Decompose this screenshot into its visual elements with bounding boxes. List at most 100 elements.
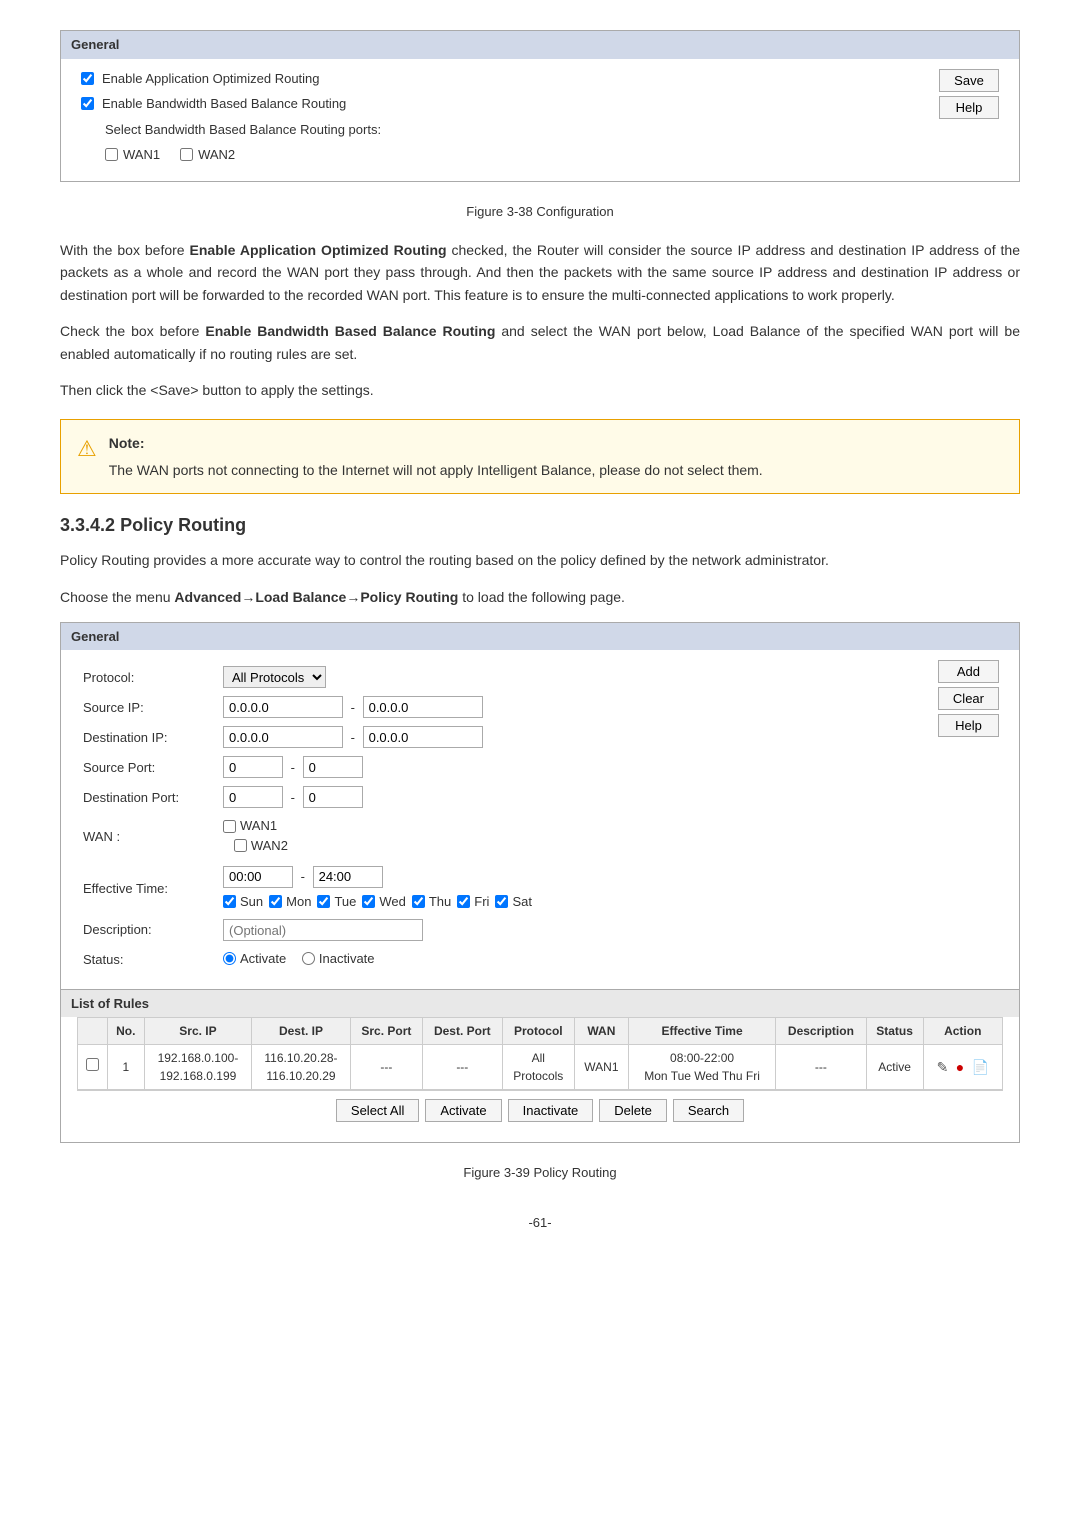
- activate-radio[interactable]: [223, 952, 236, 965]
- src-port-label: Source Port:: [77, 752, 217, 782]
- row-eff-time: 08:00-22:00 Mon Tue Wed Thu Fri: [628, 1045, 775, 1090]
- section-title: 3.3.4.2 Policy Routing: [60, 512, 1020, 539]
- table-row: 1 192.168.0.100- 192.168.0.199 116.10.20…: [78, 1045, 1003, 1090]
- wan1-check-label: WAN1: [223, 816, 997, 836]
- day-tue: Tue: [317, 892, 356, 912]
- desc-input[interactable]: [223, 919, 423, 941]
- row-src-port: ---: [350, 1045, 422, 1090]
- eff-time-line2: Mon Tue Wed Thu Fri: [644, 1069, 760, 1083]
- rules-header-row: No. Src. IP Dest. IP Src. Port Dest. Por…: [78, 1018, 1003, 1045]
- row-protocol: All Protocols: [502, 1045, 574, 1090]
- wan2-policy-checkbox[interactable]: [234, 839, 247, 852]
- col-wan: WAN: [574, 1018, 628, 1045]
- rules-thead: No. Src. IP Dest. IP Src. Port Dest. Por…: [78, 1018, 1003, 1045]
- dest-ip-from[interactable]: [223, 726, 343, 748]
- row-description: ---: [776, 1045, 866, 1090]
- col-description: Description: [776, 1018, 866, 1045]
- day-thu: Thu: [412, 892, 451, 912]
- policy-routing-box: General Add Clear Help Protocol: All Pro…: [60, 622, 1020, 1144]
- rules-table: No. Src. IP Dest. IP Src. Port Dest. Por…: [77, 1017, 1003, 1090]
- wan2-checkbox[interactable]: [180, 148, 193, 161]
- edit-button[interactable]: ✎: [935, 1058, 951, 1077]
- source-ip-row: Source IP: -: [77, 692, 1003, 722]
- paragraph3: Then click the <Save> button to apply th…: [60, 379, 1020, 401]
- wan2-label: WAN2: [198, 145, 235, 165]
- clear-button[interactable]: Clear: [938, 687, 999, 710]
- status-cell: Activate Inactivate: [217, 945, 1003, 975]
- wan1-policy-checkbox[interactable]: [223, 820, 236, 833]
- src-port-to[interactable]: [303, 756, 363, 778]
- col-protocol: Protocol: [502, 1018, 574, 1045]
- note-content: Note: The WAN ports not connecting to th…: [109, 432, 763, 481]
- add-button[interactable]: Add: [938, 660, 999, 683]
- wan-cell: WAN1 WAN2: [217, 812, 1003, 861]
- warning-icon: ⚠: [77, 432, 97, 465]
- source-ip-label: Source IP:: [77, 692, 217, 722]
- eff-time-dash: -: [301, 869, 305, 884]
- detail-button[interactable]: 📄: [970, 1058, 991, 1077]
- day-sun: Sun: [223, 892, 263, 912]
- policy-form: Add Clear Help Protocol: All Protocols S…: [61, 650, 1019, 1142]
- wan1-checkbox[interactable]: [105, 148, 118, 161]
- dest-port-row: Destination Port: -: [77, 782, 1003, 812]
- note-title: Note:: [109, 432, 763, 454]
- inactivate-button[interactable]: Inactivate: [508, 1099, 594, 1122]
- search-button[interactable]: Search: [673, 1099, 744, 1122]
- note-box: ⚠ Note: The WAN ports not connecting to …: [60, 419, 1020, 494]
- days-row: Sun Mon Tue Wed Thu Fri Sat: [223, 892, 997, 912]
- delete-button[interactable]: Delete: [599, 1099, 667, 1122]
- dest-ip-dash: -: [351, 730, 355, 745]
- wan2-check-label: WAN2: [234, 836, 288, 856]
- help-button[interactable]: Help: [939, 96, 999, 119]
- row-src-ip: 192.168.0.100- 192.168.0.199: [144, 1045, 251, 1090]
- row-dest-port: ---: [422, 1045, 502, 1090]
- day-sat: Sat: [495, 892, 532, 912]
- eff-time-to[interactable]: [313, 866, 383, 888]
- dest-port-from[interactable]: [223, 786, 283, 808]
- wan2-item: WAN2: [180, 145, 235, 165]
- inactivate-radio[interactable]: [302, 952, 315, 965]
- desc-row: Description:: [77, 915, 1003, 945]
- col-dest-ip: Dest. IP: [252, 1018, 351, 1045]
- activate-label: Activate: [240, 949, 286, 969]
- dest-ip-to[interactable]: [363, 726, 483, 748]
- checkbox-app-routing[interactable]: [81, 72, 94, 85]
- source-ip-from[interactable]: [223, 696, 343, 718]
- eff-time-cell: - Sun Mon Tue Wed Thu Fri Sat: [217, 862, 1003, 916]
- source-ip-to[interactable]: [363, 696, 483, 718]
- note-text: The WAN ports not connecting to the Inte…: [109, 459, 763, 481]
- list-header: List of Rules: [61, 989, 1019, 1018]
- checkbox2-row: Enable Bandwidth Based Balance Routing: [81, 94, 999, 114]
- protocol-row: Protocol: All Protocols: [77, 662, 1003, 692]
- dest-port-label: Destination Port:: [77, 782, 217, 812]
- col-status: Status: [866, 1018, 923, 1045]
- wan1-label: WAN1: [123, 145, 160, 165]
- src-ip-line2: 192.168.0.199: [160, 1069, 237, 1083]
- eff-time-from[interactable]: [223, 866, 293, 888]
- activate-button[interactable]: Activate: [425, 1099, 501, 1122]
- wan-selection: WAN1 WAN2: [105, 145, 999, 165]
- inactivate-radio-label: Inactivate: [302, 949, 375, 969]
- col-src-ip: Src. IP: [144, 1018, 251, 1045]
- protocol-select[interactable]: All Protocols: [223, 666, 326, 688]
- figure1-caption: Figure 3-38 Configuration: [60, 202, 1020, 222]
- row-checkbox[interactable]: [86, 1058, 99, 1071]
- save-button[interactable]: Save: [939, 69, 999, 92]
- config-box-header: General: [61, 31, 1019, 59]
- checkbox-bw-routing[interactable]: [81, 97, 94, 110]
- row-dest-ip: 116.10.20.28- 116.10.20.29: [252, 1045, 351, 1090]
- section-name: Policy Routing: [120, 515, 246, 535]
- row-checkbox-cell: [78, 1045, 108, 1090]
- config-box-body: Enable Application Optimized Routing Ena…: [61, 59, 1019, 181]
- row-wan: WAN1: [574, 1045, 628, 1090]
- select-all-button[interactable]: Select All: [336, 1099, 419, 1122]
- policy-help-button[interactable]: Help: [938, 714, 999, 737]
- day-mon: Mon: [269, 892, 311, 912]
- src-port-from[interactable]: [223, 756, 283, 778]
- protocol-label: Protocol:: [77, 662, 217, 692]
- dest-port-to[interactable]: [303, 786, 363, 808]
- delete-row-button[interactable]: ●: [954, 1058, 966, 1076]
- section-desc: Policy Routing provides a more accurate …: [60, 549, 1020, 571]
- dest-ip-cell: -: [217, 722, 1003, 752]
- protocol-line2: Protocols: [513, 1069, 563, 1083]
